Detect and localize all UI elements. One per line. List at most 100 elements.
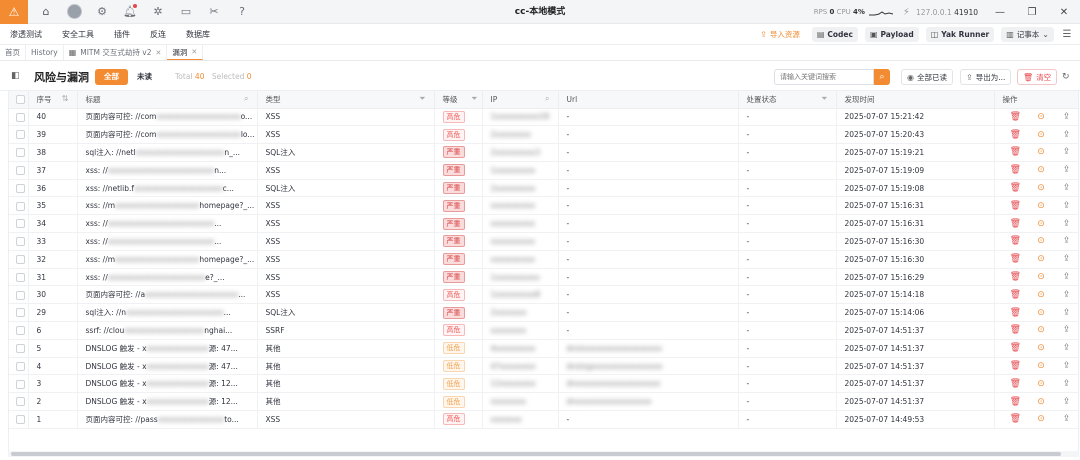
- bell-icon[interactable]: 🔔︎: [116, 0, 144, 24]
- tab-vuln[interactable]: 漏洞 ✕: [167, 45, 204, 60]
- tab-mitm[interactable]: ▦ MITM 交互式劫持 v2 ✕: [64, 45, 168, 60]
- share-icon[interactable]: ⇪: [1054, 112, 1078, 122]
- bug-icon[interactable]: ✲: [144, 0, 172, 24]
- cell-title[interactable]: DNSLOG 触发 - xxxxxxxxxxxxxxx源: 47...: [77, 339, 258, 358]
- table-row[interactable]: 2 DNSLOG 触发 - xxxxxxxxxxxxxxx源: 12... 其他 低危…: [9, 392, 1078, 412]
- play-icon[interactable]: ⊙: [1028, 343, 1054, 353]
- play-icon[interactable]: ⊙: [1028, 130, 1054, 140]
- delete-icon[interactable]: 🗑︎: [1003, 183, 1029, 193]
- play-icon[interactable]: ⊙: [1028, 219, 1054, 229]
- row-checkbox[interactable]: [16, 397, 25, 407]
- share-icon[interactable]: ⇪: [1054, 397, 1078, 407]
- share-icon[interactable]: ⇪: [1054, 290, 1078, 300]
- table-row[interactable]: 5 DNSLOG 触发 - xxxxxxxxxxxxxxx源: 47... 其他 低危…: [9, 339, 1078, 358]
- table-row[interactable]: 3 DNSLOG 触发 - xxxxxxxxxxxxxxx源: 12... 其他 低危…: [9, 374, 1078, 394]
- row-checkbox[interactable]: [16, 112, 25, 122]
- tools-icon[interactable]: ✂: [200, 0, 228, 24]
- cell-title[interactable]: DNSLOG 触发 - xxxxxxxxxxxxxxx源: 12...: [77, 374, 258, 394]
- play-icon[interactable]: ⊙: [1028, 397, 1054, 407]
- codec-button[interactable]: ▤ Codec: [811, 27, 858, 42]
- menu-item-pentest[interactable]: 渗透测试: [0, 24, 52, 45]
- table-row[interactable]: 36 xss: //netlib.fxxxxxxxxxxxxxxxxxxxxc..…: [9, 179, 1078, 198]
- col-seq[interactable]: 序号 ⇅: [28, 91, 78, 109]
- tab-home[interactable]: 首页: [0, 45, 26, 60]
- refresh-icon[interactable]: ↻: [1062, 72, 1070, 82]
- table-row[interactable]: 1 页面内容可控: //passxxxxxxxxxxxxxxxto... XSS 高危…: [9, 410, 1078, 429]
- row-checkbox[interactable]: [16, 219, 25, 229]
- delete-icon[interactable]: 🗑︎: [1003, 272, 1029, 282]
- cell-title[interactable]: xss: //xxxxxxxxxxxxxxxxxxxxxxxx...: [77, 232, 258, 251]
- export-button[interactable]: ⇪ 导出为...: [960, 69, 1012, 85]
- table-row[interactable]: 31 xss: //xxxxxxxxxxxxxxxxxxxxxxe?_... XSS…: [9, 268, 1078, 287]
- tab-mitm-close-icon[interactable]: ✕: [155, 49, 161, 57]
- play-icon[interactable]: ⊙: [1028, 361, 1054, 371]
- play-icon[interactable]: ⊙: [1028, 325, 1054, 335]
- row-checkbox[interactable]: [16, 130, 25, 140]
- share-icon[interactable]: ⇪: [1054, 272, 1078, 282]
- table-row[interactable]: 34 xss: //xxxxxxxxxxxxxxxxxxxxxxxx... XSS 严…: [9, 214, 1078, 234]
- play-icon[interactable]: ⊙: [1028, 236, 1054, 246]
- delete-icon[interactable]: 🗑︎: [1003, 201, 1029, 211]
- title-search-icon[interactable]: ⌕: [244, 94, 248, 104]
- payload-button[interactable]: ▣ Payload: [864, 27, 919, 42]
- row-checkbox[interactable]: [16, 290, 25, 300]
- cell-title[interactable]: DNSLOG 触发 - xxxxxxxxxxxxxxx源: 12...: [77, 392, 258, 412]
- clear-button[interactable]: 🗑︎ 清空: [1017, 69, 1058, 85]
- play-icon[interactable]: ⊙: [1028, 254, 1054, 264]
- table-row[interactable]: 4 DNSLOG 触发 - xxxxxxxxxxxxxxx源: 47... 其他 低危…: [9, 357, 1078, 376]
- row-checkbox[interactable]: [16, 361, 25, 371]
- row-checkbox[interactable]: [16, 183, 25, 193]
- cell-title[interactable]: 页面内容可控: //comxxxxxxxxxxxxxxxxxxxlo...: [77, 125, 258, 145]
- play-icon[interactable]: ⊙: [1028, 379, 1054, 389]
- delete-icon[interactable]: 🗑︎: [1003, 130, 1029, 140]
- filter-all-button[interactable]: 全部: [95, 69, 128, 85]
- search-icon[interactable]: ⌕: [874, 69, 890, 85]
- menu-item-database[interactable]: 数据库: [176, 24, 220, 45]
- table-row[interactable]: 38 sql注入: //netlxxxxxxxxxxxxxxxxxxxxn_...…: [9, 143, 1078, 162]
- share-icon[interactable]: ⇪: [1054, 219, 1078, 229]
- terminal-icon[interactable]: ▭: [172, 0, 200, 24]
- table-row[interactable]: 33 xss: //xxxxxxxxxxxxxxxxxxxxxxxx... XSS 严…: [9, 232, 1078, 251]
- play-icon[interactable]: ⊙: [1028, 414, 1054, 424]
- cell-title[interactable]: xss: //mxxxxxxxxxxxxxxxxxxxhomepage?_...: [77, 250, 258, 269]
- play-icon[interactable]: ⊙: [1028, 290, 1054, 300]
- row-checkbox[interactable]: [16, 166, 25, 176]
- delete-icon[interactable]: 🗑︎: [1003, 236, 1029, 246]
- share-icon[interactable]: ⇪: [1054, 343, 1078, 353]
- sidebar-toggle-icon[interactable]: ◧: [11, 71, 20, 81]
- delete-icon[interactable]: 🗑︎: [1003, 147, 1029, 157]
- delete-icon[interactable]: 🗑︎: [1003, 254, 1029, 264]
- delete-icon[interactable]: 🗑︎: [1003, 325, 1029, 335]
- row-checkbox[interactable]: [16, 201, 25, 211]
- row-checkbox[interactable]: [16, 379, 25, 389]
- cell-title[interactable]: xss: //xxxxxxxxxxxxxxxxxxxxxxxx...: [77, 214, 258, 234]
- warning-logo-icon[interactable]: ⚠: [0, 0, 28, 24]
- cell-title[interactable]: 页面内容可控: //passxxxxxxxxxxxxxxxto...: [77, 410, 258, 429]
- filter-unread-button[interactable]: 未读: [128, 69, 161, 85]
- table-row[interactable]: 39 页面内容可控: //comxxxxxxxxxxxxxxxxxxxlo... X…: [9, 125, 1078, 145]
- table-row[interactable]: 29 sql注入: //nxxxxxxxxxxxxxxxxxxxxxx... SQL…: [9, 303, 1078, 323]
- yak-runner-button[interactable]: ◫ Yak Runner: [925, 27, 995, 42]
- share-icon[interactable]: ⇪: [1054, 130, 1078, 140]
- notes-button[interactable]: ▥ 记事本 ⌄: [1001, 27, 1054, 42]
- help-icon[interactable]: ?: [228, 0, 256, 24]
- cell-title[interactable]: sql注入: //netlxxxxxxxxxxxxxxxxxxxxn_...: [77, 143, 258, 162]
- user-icon[interactable]: [60, 0, 88, 24]
- share-icon[interactable]: ⇪: [1054, 165, 1078, 175]
- cell-title[interactable]: 页面内容可控: //comxxxxxxxxxxxxxxxxxxxo...: [77, 108, 258, 127]
- delete-icon[interactable]: 🗑︎: [1003, 165, 1029, 175]
- share-icon[interactable]: ⇪: [1054, 361, 1078, 371]
- share-icon[interactable]: ⇪: [1054, 379, 1078, 389]
- cell-title[interactable]: DNSLOG 触发 - xxxxxxxxxxxxxxx源: 47...: [77, 357, 258, 376]
- delete-icon[interactable]: 🗑︎: [1003, 112, 1029, 122]
- menu-item-plugins[interactable]: 插件: [104, 24, 140, 45]
- cell-title[interactable]: xss: //mxxxxxxxxxxxxxxxxxxxhomepage?_...: [77, 196, 258, 216]
- share-icon[interactable]: ⇪: [1054, 308, 1078, 318]
- row-checkbox[interactable]: [16, 308, 25, 318]
- row-checkbox[interactable]: [16, 255, 25, 265]
- delete-icon[interactable]: 🗑︎: [1003, 397, 1029, 407]
- share-icon[interactable]: ⇪: [1054, 254, 1078, 264]
- play-icon[interactable]: ⊙: [1028, 308, 1054, 318]
- tab-history[interactable]: History: [26, 45, 64, 60]
- share-icon[interactable]: ⇪: [1054, 147, 1078, 157]
